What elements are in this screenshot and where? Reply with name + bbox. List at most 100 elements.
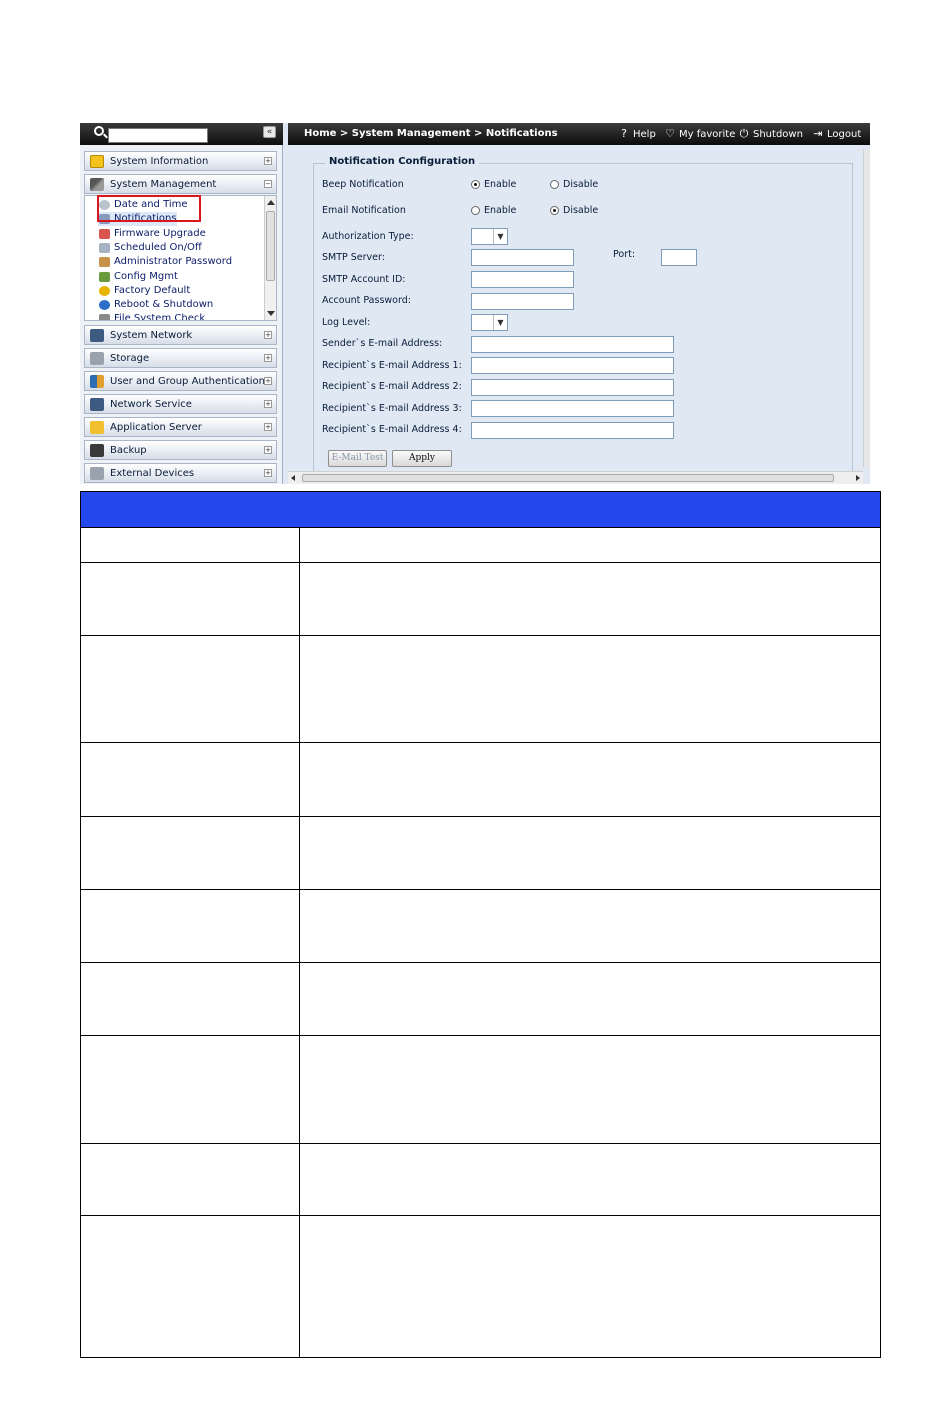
sidebar-search-bar: «: [80, 123, 283, 145]
help-link[interactable]: ? Help: [618, 123, 656, 146]
radio-selected-icon: [550, 206, 559, 215]
radio-label: Disable: [563, 179, 599, 190]
help-icon: ?: [621, 127, 627, 140]
table-cell: [81, 817, 300, 889]
reset-icon: [99, 286, 110, 296]
expand-icon[interactable]: +: [264, 469, 272, 477]
recipient-email-2-label: Recipient`s E-mail Address 2:: [322, 381, 462, 392]
external-device-icon: [90, 467, 104, 480]
email-disable-radio[interactable]: Disable: [550, 205, 598, 216]
tools-icon: [90, 178, 104, 191]
config-icon: [99, 272, 110, 282]
submenu-scheduled-onoff[interactable]: Scheduled On/Off: [98, 241, 202, 255]
menu-network-service[interactable]: Network Service +: [84, 394, 277, 414]
scroll-down-icon[interactable]: [267, 311, 275, 316]
expand-icon[interactable]: +: [264, 354, 272, 362]
menu-application-server[interactable]: Application Server +: [84, 417, 277, 437]
expand-icon[interactable]: +: [264, 400, 272, 408]
scroll-up-icon[interactable]: [267, 200, 275, 205]
recipient-email-2-input[interactable]: [471, 379, 674, 396]
submenu-label: Scheduled On/Off: [114, 242, 202, 253]
radio-selected-icon: [471, 180, 480, 189]
menu-system-network[interactable]: System Network +: [84, 325, 277, 345]
collapse-icon[interactable]: −: [264, 180, 272, 188]
expand-icon[interactable]: +: [264, 331, 272, 339]
authorization-type-select[interactable]: ▼: [471, 228, 508, 245]
smtp-account-id-input[interactable]: [471, 271, 574, 288]
apply-button[interactable]: Apply: [392, 450, 452, 467]
chevron-down-icon: ▼: [493, 229, 507, 244]
scroll-thumb[interactable]: [266, 211, 275, 281]
scroll-left-icon[interactable]: [291, 475, 295, 481]
submenu-reboot-shutdown[interactable]: Reboot & Shutdown: [98, 298, 213, 312]
menu-storage[interactable]: Storage +: [84, 348, 277, 368]
table-row: [81, 1215, 880, 1357]
recipient-email-1-input[interactable]: [471, 357, 674, 374]
table-row: [81, 742, 880, 816]
submenu-scrollbar[interactable]: [264, 196, 276, 320]
shutdown-link[interactable]: ⏻ Shutdown: [738, 123, 803, 146]
submenu-config-mgmt[interactable]: Config Mgmt: [98, 270, 178, 284]
menu-system-management[interactable]: System Management −: [84, 174, 277, 194]
email-notification-label: Email Notification: [322, 205, 406, 216]
expand-icon[interactable]: +: [264, 157, 272, 165]
collapse-sidebar-button[interactable]: «: [263, 126, 276, 138]
table-cell: [81, 963, 300, 1035]
main-vertical-scrollbar[interactable]: [863, 149, 870, 467]
main-horizontal-scrollbar[interactable]: [288, 471, 863, 484]
log-level-label: Log Level:: [322, 317, 371, 328]
radio-label: Enable: [484, 205, 517, 216]
logout-link[interactable]: ⇥ Logout: [812, 123, 861, 146]
shutdown-label: Shutdown: [753, 129, 803, 140]
backup-icon: [90, 444, 104, 457]
breadcrumb[interactable]: Home > System Management > Notifications: [304, 123, 558, 145]
scroll-thumb[interactable]: [302, 474, 834, 482]
expand-icon[interactable]: +: [264, 377, 272, 385]
menu-system-information[interactable]: System Information +: [84, 151, 277, 171]
menu-backup[interactable]: Backup +: [84, 440, 277, 460]
firmware-icon: [99, 229, 110, 239]
table-row: [81, 635, 880, 742]
menu-label: Application Server: [110, 422, 202, 433]
notifications-screenshot: « System Information + System Management…: [80, 123, 870, 484]
scroll-right-icon[interactable]: [856, 475, 860, 481]
info-icon: [90, 155, 104, 168]
table-row: [81, 1143, 880, 1215]
table-cell: [81, 1144, 300, 1215]
email-enable-radio[interactable]: Enable: [471, 205, 516, 216]
table-row: [81, 889, 880, 962]
sender-email-input[interactable]: [471, 336, 674, 353]
beep-enable-radio[interactable]: Enable: [471, 179, 516, 190]
submenu-factory-default[interactable]: Factory Default: [98, 284, 190, 298]
main-panel: Home > System Management > Notifications…: [288, 123, 870, 484]
recipient-email-3-input[interactable]: [471, 400, 674, 417]
beep-disable-radio[interactable]: Disable: [550, 179, 598, 190]
account-password-input[interactable]: [471, 293, 574, 310]
email-test-button[interactable]: E-Mail Test: [328, 450, 387, 467]
port-input[interactable]: [661, 249, 697, 266]
smtp-server-label: SMTP Server:: [322, 252, 385, 263]
logout-label: Logout: [827, 129, 862, 140]
highlight-annotation-box: [97, 195, 201, 222]
recipient-email-4-input[interactable]: [471, 422, 674, 439]
radio-unselected-icon: [471, 206, 480, 215]
submenu-file-system-check[interactable]: File System Check: [98, 312, 206, 321]
submenu-label: Reboot & Shutdown: [114, 299, 214, 310]
storage-icon: [90, 352, 104, 365]
application-icon: [90, 421, 104, 434]
expand-icon[interactable]: +: [264, 446, 272, 454]
menu-user-group-authentication[interactable]: User and Group Authentication +: [84, 371, 277, 391]
submenu-firmware-upgrade[interactable]: Firmware Upgrade: [98, 227, 206, 241]
search-icon: [94, 126, 104, 136]
my-favorite-link[interactable]: ♡ My favorite: [664, 123, 735, 146]
search-input[interactable]: [108, 128, 208, 143]
menu-label: Backup: [110, 445, 147, 456]
submenu-label: Firmware Upgrade: [114, 228, 206, 239]
smtp-server-input[interactable]: [471, 249, 574, 266]
submenu-label: File System Check: [114, 313, 206, 321]
menu-external-devices[interactable]: External Devices +: [84, 463, 277, 483]
expand-icon[interactable]: +: [264, 423, 272, 431]
submenu-administrator-password[interactable]: Administrator Password: [98, 255, 232, 269]
log-level-select[interactable]: ▼: [471, 314, 508, 331]
table-header: [81, 492, 880, 527]
